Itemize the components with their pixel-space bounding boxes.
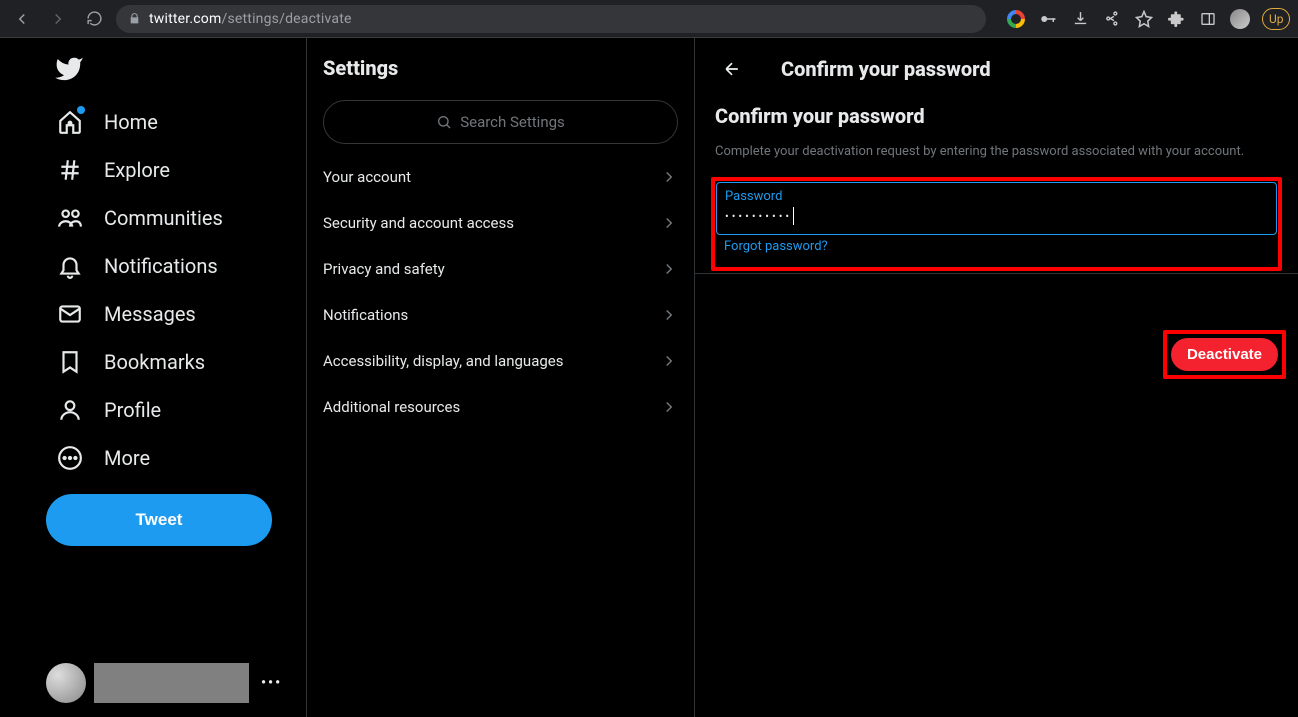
search-icon: [436, 114, 452, 130]
sidebar-item-profile[interactable]: Profile: [46, 386, 171, 434]
sidebar-item-label: Home: [104, 110, 158, 134]
home-icon: [56, 108, 84, 136]
password-highlight-box: Password •••••••••• Forgot password?: [711, 177, 1282, 271]
deactivate-highlight-box: Deactivate: [1163, 330, 1286, 379]
sidebar-item-explore[interactable]: Explore: [46, 146, 180, 194]
section-title: Confirm your password: [695, 96, 1298, 136]
settings-item-privacy[interactable]: Privacy and safety: [307, 246, 694, 292]
page-header: Confirm your password: [695, 38, 1298, 96]
settings-item-notifications[interactable]: Notifications: [307, 292, 694, 338]
settings-item-label: Additional resources: [323, 398, 460, 416]
settings-panel: Settings Search Settings Your account Se…: [307, 38, 695, 717]
bookmark-icon: [56, 348, 84, 376]
key-icon[interactable]: [1038, 9, 1058, 29]
page-title: Confirm your password: [781, 57, 991, 81]
password-label: Password: [725, 189, 1268, 204]
browser-actions: Up: [1006, 8, 1290, 30]
chevron-right-icon: [660, 352, 678, 370]
sidebar-item-notifications[interactable]: Notifications: [46, 242, 228, 290]
forgot-password-link[interactable]: Forgot password?: [716, 235, 828, 266]
settings-item-resources[interactable]: Additional resources: [307, 384, 694, 430]
chevron-right-icon: [660, 214, 678, 232]
twitter-logo[interactable]: [46, 46, 306, 98]
bell-icon: [56, 252, 84, 280]
sidebar-item-label: Profile: [104, 398, 161, 422]
extensions-icon[interactable]: [1166, 9, 1186, 29]
hash-icon: [56, 156, 84, 184]
communities-icon: [56, 204, 84, 232]
sidebar-item-bookmarks[interactable]: Bookmarks: [46, 338, 215, 386]
profile-icon: [56, 396, 84, 424]
settings-item-label: Your account: [323, 168, 411, 186]
nav-list: Home Explore Communities Notifications M…: [46, 98, 306, 482]
back-button[interactable]: [8, 5, 36, 33]
forward-button[interactable]: [44, 5, 72, 33]
main-panel: Confirm your password Confirm your passw…: [695, 38, 1298, 717]
settings-heading: Settings: [307, 38, 694, 92]
password-value: ••••••••••: [725, 210, 792, 223]
update-pill[interactable]: Up: [1262, 8, 1290, 30]
mail-icon: [56, 300, 84, 328]
settings-item-label: Privacy and safety: [323, 260, 445, 278]
account-switcher[interactable]: •••: [46, 663, 282, 703]
settings-item-label: Accessibility, display, and languages: [323, 352, 563, 370]
sidebar-item-messages[interactable]: Messages: [46, 290, 206, 338]
profile-avatar-icon[interactable]: [1230, 9, 1250, 29]
sidebar-item-label: Communities: [104, 206, 223, 230]
reload-button[interactable]: [80, 5, 108, 33]
account-name-redacted: [94, 663, 249, 703]
chevron-right-icon: [660, 398, 678, 416]
primary-sidebar: Home Explore Communities Notifications M…: [0, 38, 307, 717]
deactivate-button[interactable]: Deactivate: [1171, 338, 1278, 371]
sidebar-item-home[interactable]: Home: [46, 98, 168, 146]
search-settings-input[interactable]: Search Settings: [323, 100, 678, 144]
share-icon[interactable]: [1102, 9, 1122, 29]
divider: [695, 273, 1298, 274]
settings-item-label: Security and account access: [323, 214, 514, 232]
sidebar-item-label: Bookmarks: [104, 350, 205, 374]
chevron-right-icon: [660, 260, 678, 278]
settings-item-accessibility[interactable]: Accessibility, display, and languages: [307, 338, 694, 384]
settings-item-label: Notifications: [323, 306, 408, 324]
sidebar-item-label: Explore: [104, 158, 170, 182]
lock-icon: [128, 12, 141, 25]
sidebar-item-label: Notifications: [104, 254, 218, 278]
tweet-button[interactable]: Tweet: [46, 494, 272, 546]
url-text: twitter.com/settings/deactivate: [149, 11, 352, 27]
sidebar-item-more[interactable]: More: [46, 434, 160, 482]
settings-item-security[interactable]: Security and account access: [307, 200, 694, 246]
sidebar-item-label: Messages: [104, 302, 196, 326]
address-bar[interactable]: twitter.com/settings/deactivate: [116, 5, 986, 33]
download-icon[interactable]: [1070, 9, 1090, 29]
more-icon: [56, 444, 84, 472]
text-cursor: [793, 207, 794, 225]
google-icon[interactable]: [1006, 9, 1026, 29]
sidebar-item-communities[interactable]: Communities: [46, 194, 233, 242]
sidebar-item-label: More: [104, 446, 150, 470]
chevron-right-icon: [660, 306, 678, 324]
ellipsis-icon: •••: [257, 675, 282, 691]
search-placeholder: Search Settings: [460, 113, 565, 131]
sidepanel-icon[interactable]: [1198, 9, 1218, 29]
browser-toolbar: twitter.com/settings/deactivate Up: [0, 0, 1298, 38]
star-icon[interactable]: [1134, 9, 1154, 29]
settings-item-account[interactable]: Your account: [307, 154, 694, 200]
back-arrow-button[interactable]: [715, 52, 749, 86]
section-description: Complete your deactivation request by en…: [695, 136, 1298, 177]
twitter-app: Home Explore Communities Notifications M…: [0, 38, 1298, 717]
chevron-right-icon: [660, 168, 678, 186]
password-input[interactable]: Password ••••••••••: [716, 182, 1277, 235]
avatar: [46, 663, 86, 703]
